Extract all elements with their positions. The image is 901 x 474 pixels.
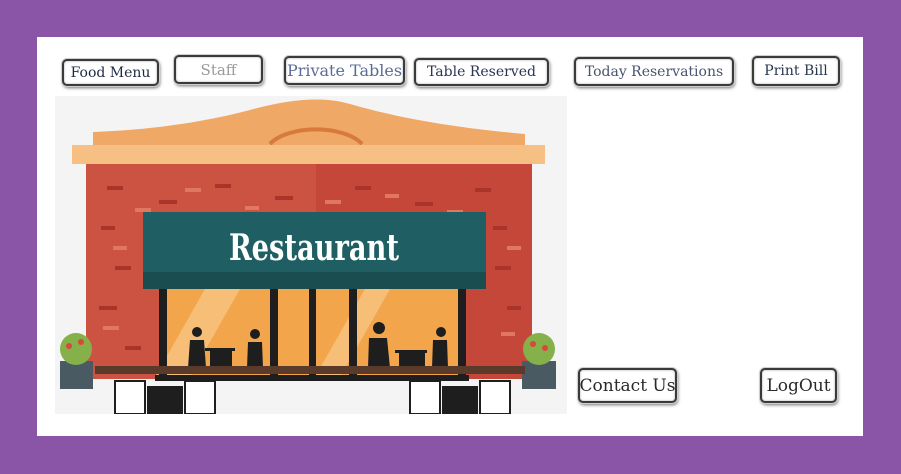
restaurant-sign-text: Restaurant [229,227,399,269]
staff-button[interactable]: Staff [174,55,263,84]
table-reserved-button[interactable]: Table Reserved [414,58,549,86]
private-tables-button[interactable]: Private Tables [284,56,405,85]
today-reservations-button[interactable]: Today Reservations [574,57,734,86]
food-menu-button[interactable]: Food Menu [62,59,159,86]
contact-us-button[interactable]: Contact Us [578,368,677,403]
logout-button[interactable]: LogOut [760,368,837,403]
restaurant-illustration: Restaurant [55,96,567,414]
print-bill-button[interactable]: Print Bill [752,56,840,86]
